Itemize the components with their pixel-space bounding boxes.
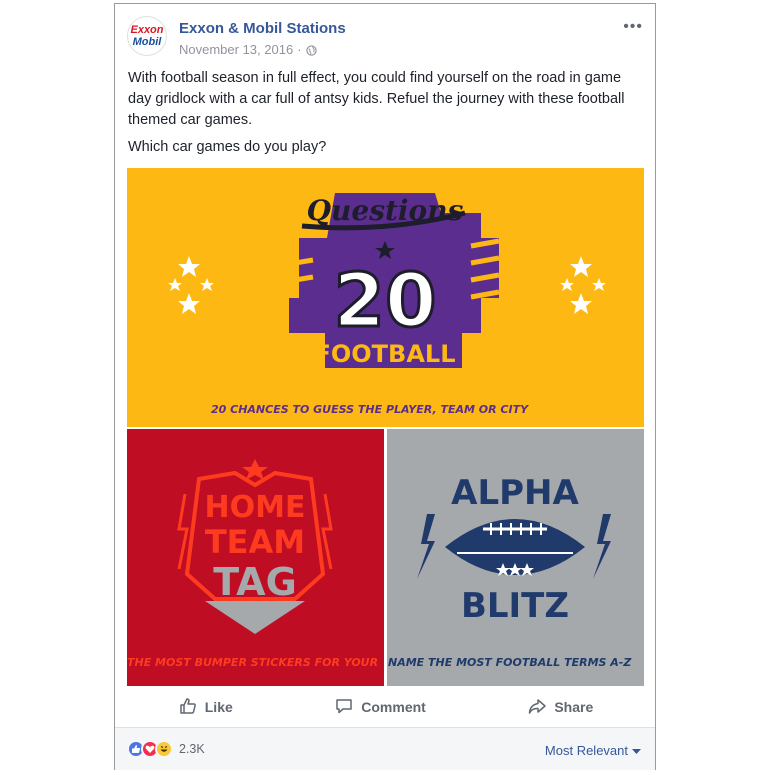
football-subtitle: FOOTBALL [314,340,455,368]
page-name-link[interactable]: Exxon & Mobil Stations [179,20,346,37]
post-action-bar: Like Comment Share [127,689,644,725]
twenty-number: 20 [334,258,437,344]
haha-reaction-icon [155,740,173,758]
like-label: Like [204,699,233,715]
post-date[interactable]: November 13, 2016 [179,42,293,57]
share-button[interactable]: Share [527,696,593,719]
stars-left-icon [168,256,214,314]
post-body-text: With football season in full effect, you… [128,70,625,128]
home-text: HOME [205,490,306,525]
football-icon [417,514,611,579]
stars-right-icon [560,256,606,314]
comment-button[interactable]: Comment [334,696,426,719]
share-arrow-icon [527,696,547,719]
caret-down-icon [632,743,641,758]
avatar-logo-mobil: Mobil [132,35,162,48]
comment-bubble-icon [334,696,354,719]
post-meta: November 13, 2016 · [179,42,317,57]
more-options-button[interactable]: ••• [623,18,643,36]
comment-label: Comment [361,699,426,715]
image-left-caption: THE MOST BUMPER STICKERS FOR YOUR [127,656,379,669]
like-button[interactable]: Like [178,696,233,719]
thumbs-up-icon [178,696,198,719]
image-home-team-tag[interactable]: HOME TEAM TAG THE MOST BUMPER STICKERS F… [127,429,384,686]
comment-sort-dropdown[interactable]: Most Relevant [545,743,641,758]
page-avatar[interactable]: Exxon Mobil [127,16,167,56]
blitz-text: BLITZ [461,586,569,626]
sort-label: Most Relevant [544,743,628,758]
facebook-post: Exxon Mobil Exxon & Mobil Stations Novem… [114,3,656,770]
image-20-questions-football[interactable]: Questions 20 FOOTBALL 20 CHANCES TO GUES… [127,168,644,427]
tag-text: TAG [213,560,297,604]
reaction-summary[interactable]: 2.3K [127,740,205,758]
reactions-footer: 2.3K Most Relevant [115,728,655,770]
avatar-logo-exxon: Exxon [130,23,164,36]
post-question-text: Which car games do you play? [128,139,327,155]
reaction-count: 2.3K [179,742,205,756]
meta-separator: · [297,42,302,57]
globe-icon [305,44,317,56]
team-text: TEAM [205,523,305,561]
questions-title: Questions [307,194,464,227]
image-right-caption: NAME THE MOST FOOTBALL TERMS A-Z [388,656,632,669]
image-alpha-blitz[interactable]: ALPHA BLITZ NAME THE MOST FOOTBALL TERMS… [387,429,644,686]
image-top-caption: 20 CHANCES TO GUESS THE PLAYER, TEAM OR … [211,403,529,416]
share-label: Share [554,699,594,715]
alpha-text: ALPHA [451,473,579,513]
